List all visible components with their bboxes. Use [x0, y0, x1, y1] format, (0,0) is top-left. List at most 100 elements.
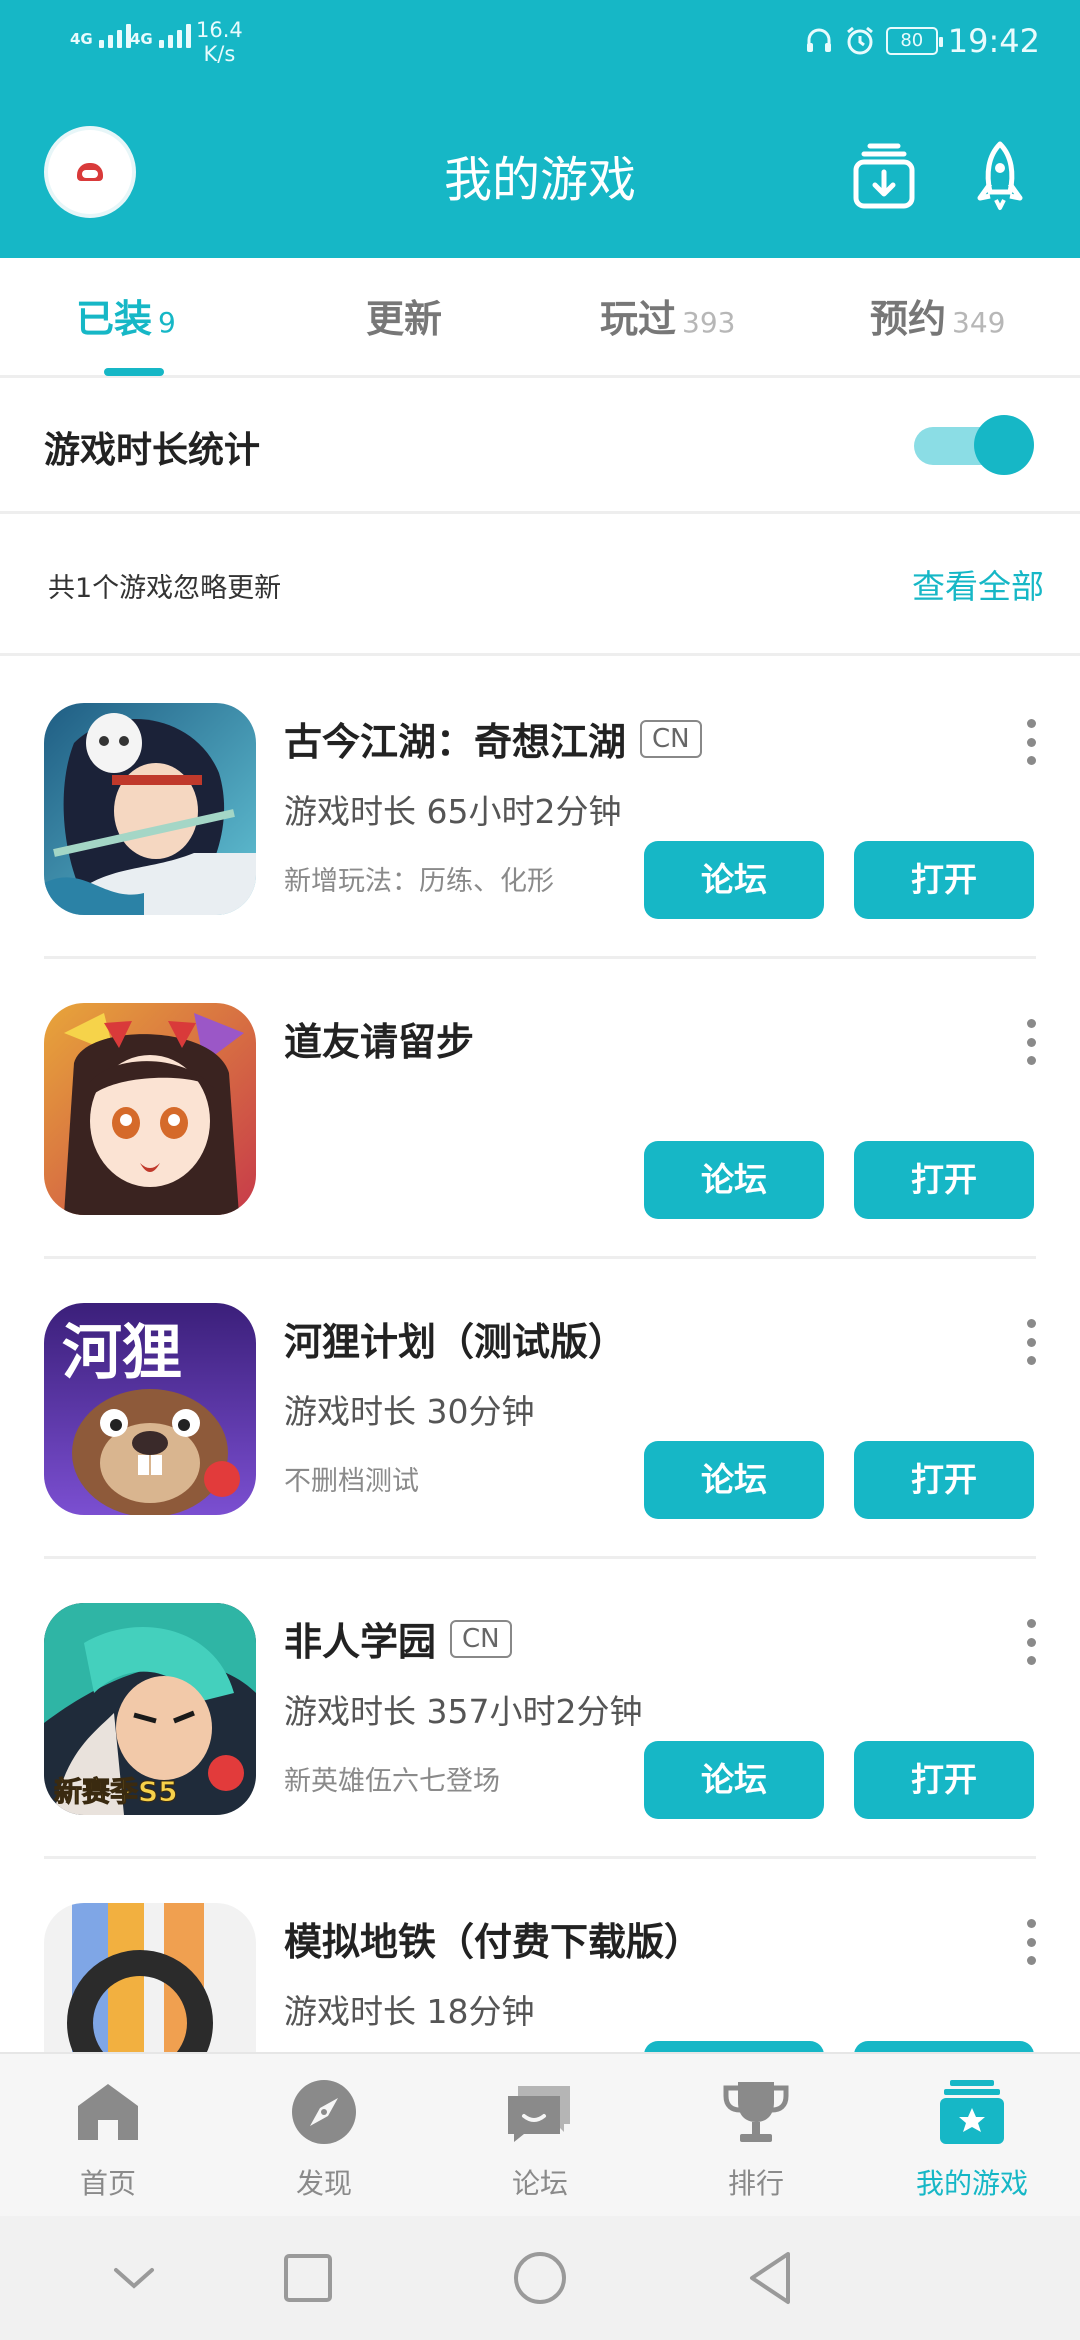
game-item[interactable]: 道友请留步 论坛 打开: [0, 959, 1080, 1259]
season-badge-text: 新赛季S5: [54, 1775, 178, 1808]
game-title: 模拟地铁（付费下载版）: [284, 1911, 702, 1966]
game-item[interactable]: 古今江湖：奇想江湖 CN 游戏时长 65小时2分钟 新增玩法：历练、化形 论坛 打…: [0, 659, 1080, 959]
tab-bar: 已装 9 更新 玩过 393 预约 349: [0, 258, 1080, 378]
tab-played-label: 玩过: [600, 297, 677, 341]
bottom-nav: 首页 发现 论坛 排行 我的游戏: [0, 2052, 1080, 2216]
more-options-icon[interactable]: [1022, 1019, 1040, 1065]
game-icon[interactable]: 新赛季S5: [44, 1603, 256, 1815]
tab-reserved-count: 349: [952, 306, 1006, 339]
play-time-stats-row: 游戏时长统计: [0, 381, 1080, 514]
nav-my-games-label: 我的游戏: [915, 2167, 1028, 2200]
rocket-icon[interactable]: [966, 140, 1034, 212]
forum-button[interactable]: 论坛: [644, 841, 824, 919]
tab-reserved-label: 预约: [870, 297, 947, 341]
game-name-text: 河狸计划（测试版）: [284, 1320, 627, 1364]
tab-installed[interactable]: 已装 9: [76, 288, 176, 343]
compass-icon: [292, 2080, 356, 2144]
back-icon[interactable]: [734, 2242, 806, 2314]
more-options-icon[interactable]: [1022, 719, 1040, 765]
chat-icon: [508, 2086, 570, 2142]
game-update-desc: 新英雄伍六七登场: [284, 1766, 500, 1797]
app-header: 4G 4G 16.4 K/s 80 19:42 我的游戏: [0, 0, 1080, 258]
tab-active-indicator: [104, 368, 164, 376]
game-update-desc: 新增玩法：历练、化形: [284, 866, 554, 897]
nav-discover[interactable]: 发现: [244, 2076, 404, 2202]
game-name-text: 非人学园: [284, 1620, 437, 1664]
game-title: 古今江湖：奇想江湖 CN: [284, 711, 702, 766]
my-games-icon: [940, 2080, 1004, 2144]
network-type-2: 4G: [130, 30, 153, 48]
game-item[interactable]: 河狸 河狸计划（测试版） 游戏时长 30分钟 不删档测试 论坛 打开: [0, 1259, 1080, 1559]
status-right: 80 19:42: [804, 22, 1040, 60]
game-name-text: 模拟地铁（付费下载版）: [284, 1920, 703, 1964]
more-options-icon[interactable]: [1022, 1919, 1040, 1965]
nav-my-games[interactable]: 我的游戏: [892, 2076, 1052, 2202]
nav-discover-label: 发现: [295, 2167, 352, 2200]
tab-played[interactable]: 玩过 393: [600, 288, 735, 343]
game-play-time: 游戏时长 18分钟: [284, 1992, 535, 2031]
game-item[interactable]: 新赛季S5 非人学园 CN 游戏时长 357小时2分钟 新英雄伍六七登场 论坛 打…: [0, 1559, 1080, 1859]
ignored-updates-row: 共1个游戏忽略更新 查看全部: [0, 516, 1080, 656]
game-title: 非人学园 CN: [284, 1611, 512, 1666]
more-options-icon[interactable]: [1022, 1619, 1040, 1665]
forum-button[interactable]: 论坛: [644, 1741, 824, 1819]
open-button[interactable]: 打开: [854, 1141, 1034, 1219]
forum-button[interactable]: 论坛: [644, 1441, 824, 1519]
nav-ranking-label: 排行: [727, 2167, 784, 2200]
game-title: 道友请留步: [284, 1011, 474, 1066]
alarm-icon: [846, 26, 873, 55]
nav-home-label: 首页: [79, 2167, 136, 2200]
more-options-icon[interactable]: [1022, 1319, 1040, 1365]
nav-home[interactable]: 首页: [28, 2076, 188, 2202]
title-bar: 我的游戏: [0, 118, 1080, 228]
network-type: 4G: [70, 30, 93, 48]
speed-value: 16.4: [196, 18, 243, 42]
game-icon[interactable]: [44, 1003, 256, 1215]
battery-indicator: 80: [885, 27, 943, 55]
nav-ranking[interactable]: 排行: [676, 2076, 836, 2202]
status-bar: 4G 4G 16.4 K/s 80 19:42: [0, 0, 1080, 90]
tab-updates-label: 更新: [366, 297, 443, 341]
region-tag: CN: [450, 1619, 512, 1658]
nav-forum-label: 论坛: [511, 2167, 568, 2200]
signal-1: 4G: [70, 24, 131, 48]
clock: 19:42: [947, 22, 1040, 60]
play-time-stats-toggle[interactable]: [912, 415, 1036, 475]
game-update-desc: 不删档测试: [284, 1466, 419, 1497]
play-time-stats-label: 游戏时长统计: [44, 430, 261, 471]
tab-played-count: 393: [682, 306, 736, 339]
headphones-icon: [806, 28, 831, 52]
tab-installed-label: 已装: [76, 297, 153, 341]
recents-icon[interactable]: [272, 2242, 344, 2314]
toggle-knob: [974, 415, 1034, 475]
home-button-icon[interactable]: [504, 2242, 576, 2314]
game-title: 河狸计划（测试版）: [284, 1311, 626, 1366]
game-play-time: 游戏时长 357小时2分钟: [284, 1692, 643, 1731]
open-button[interactable]: 打开: [854, 1741, 1034, 1819]
nav-forum[interactable]: 论坛: [460, 2076, 620, 2202]
signal-2: 4G: [130, 24, 191, 48]
page-title: 我的游戏: [443, 152, 636, 208]
system-nav-bar: [0, 2216, 1080, 2340]
trophy-icon: [723, 2082, 789, 2142]
game-play-time: 游戏时长 30分钟: [284, 1392, 535, 1431]
tab-updates[interactable]: 更新: [366, 288, 442, 343]
view-all-link[interactable]: 查看全部: [912, 560, 1044, 608]
tab-installed-count: 9: [158, 306, 176, 339]
open-button[interactable]: 打开: [854, 841, 1034, 919]
open-button[interactable]: 打开: [854, 1441, 1034, 1519]
speed-unit: K/s: [203, 42, 236, 66]
game-icon[interactable]: [44, 703, 256, 915]
home-icon: [78, 2084, 138, 2140]
game-name-text: 道友请留步: [284, 1020, 475, 1064]
forum-button[interactable]: 论坛: [644, 1141, 824, 1219]
tab-reserved[interactable]: 预约 349: [870, 288, 1005, 343]
chevron-down-icon[interactable]: [98, 2242, 170, 2314]
game-icon[interactable]: 河狸: [44, 1303, 256, 1515]
region-tag: CN: [640, 719, 702, 758]
game-name-text: 古今江湖：奇想江湖: [284, 720, 627, 764]
game-play-time: 游戏时长 65小时2分钟: [284, 792, 622, 831]
download-manager-icon[interactable]: [850, 140, 918, 212]
ignored-updates-text: 共1个游戏忽略更新: [48, 573, 282, 604]
game-logo-text: 河狸: [62, 1318, 182, 1388]
